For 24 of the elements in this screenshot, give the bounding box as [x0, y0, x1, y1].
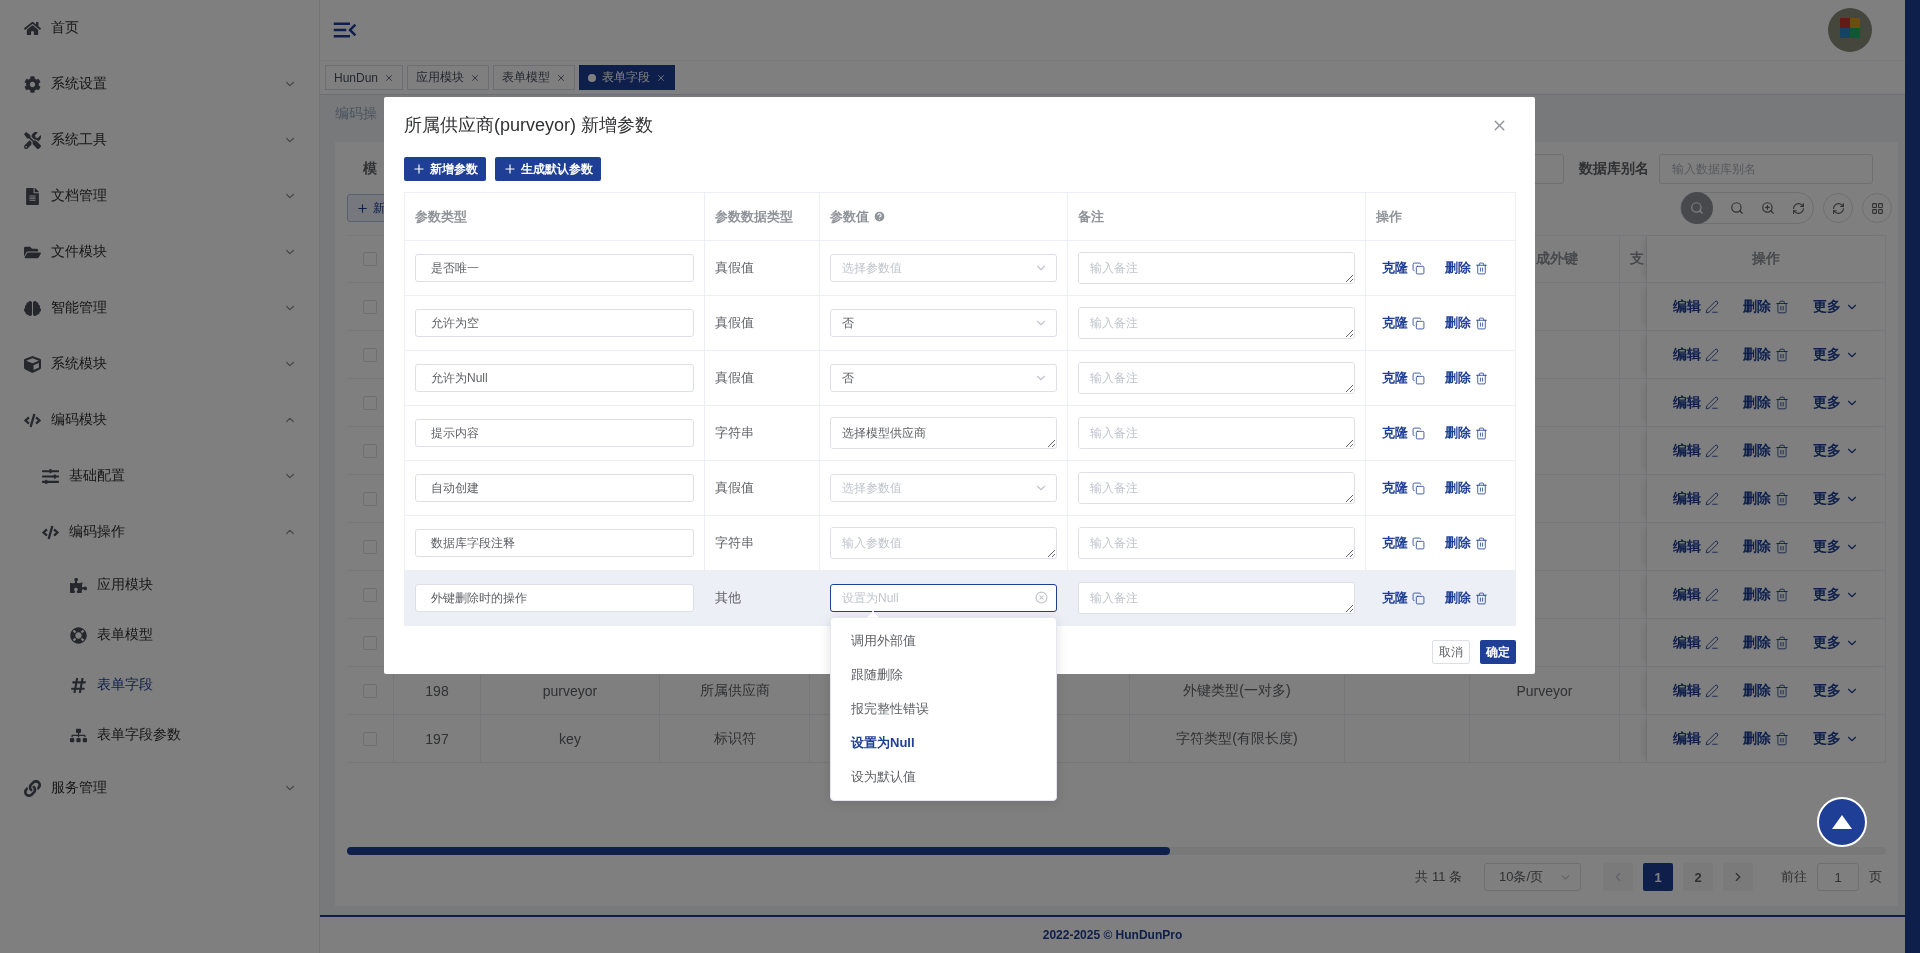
table-cell: key [481, 715, 660, 763]
table-cell: 字符串 [705, 516, 820, 571]
total-count: 共 11 条 [1415, 868, 1462, 886]
column-header: 参数数据类型 [715, 207, 793, 226]
column-header: 参数值 [830, 207, 869, 226]
column-header: 操作 [1376, 207, 1402, 226]
table-cell: 真假值 [705, 461, 820, 516]
table-cell: 真假值 [705, 241, 820, 296]
table-cell: 真假值 [705, 296, 820, 351]
table-cell: 真假值 [705, 351, 820, 406]
table-cell: 标识符 [660, 715, 810, 763]
table-cell: 197 [394, 715, 481, 763]
column-header: 参数类型 [415, 207, 467, 226]
copyright-text: 2022-2025 © HunDunPro [1042, 928, 1183, 942]
goto-label: 前往 [1781, 868, 1807, 886]
page-suffix: 页 [1869, 868, 1882, 886]
column-header: 备注 [1078, 207, 1104, 226]
field-label: 模 [363, 160, 377, 178]
column-header: 支 [1620, 236, 1647, 283]
field-label: 数据库别名 [1579, 160, 1649, 178]
table-cell: 字符串 [705, 406, 820, 461]
table-cell: 字符类型(有限长度) [1130, 715, 1345, 763]
dialog-title: 所属供应商(purveyor) 新增参数 [404, 114, 654, 137]
table-cell: 其他 [705, 571, 820, 626]
